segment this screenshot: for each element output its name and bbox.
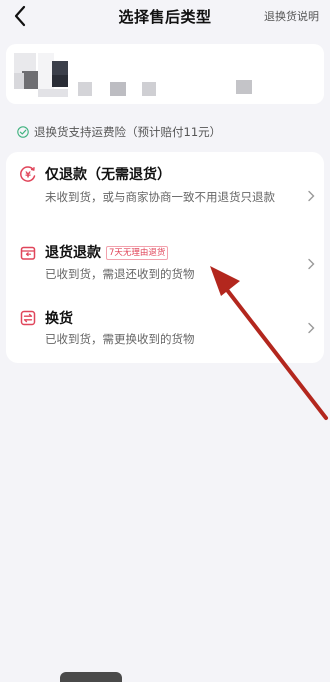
- option-description: 已收到货，需退还收到的货物: [45, 267, 195, 281]
- option-refund-only[interactable]: ¥ 仅退款（无需退货） 未收到货，或与商家协商一致不用退货只退款: [6, 152, 324, 228]
- option-title-text: 退货退款: [45, 245, 101, 261]
- shipping-insurance-note: 退换货支持运费险（预计赔付11元）: [17, 124, 221, 140]
- option-title: 退货退款 7天无理由退货: [45, 242, 169, 262]
- shipping-insurance-text: 退换货支持运费险（预计赔付11元）: [34, 125, 222, 139]
- product-thumbnail: [14, 51, 68, 97]
- chevron-right-icon: [308, 258, 315, 270]
- aftersale-options-card: ¥ 仅退款（无需退货） 未收到货，或与商家协商一致不用退货只退款 退货退款 7天无…: [6, 152, 324, 363]
- refund-coin-icon: ¥: [20, 166, 36, 182]
- top-bar: 选择售后类型 退换货说明: [0, 0, 330, 34]
- exchange-icon: [20, 310, 36, 326]
- option-exchange[interactable]: 换货 已收到货，需更换收到的货物: [6, 296, 324, 363]
- return-policy-link[interactable]: 退换货说明: [264, 8, 319, 24]
- option-description: 已收到货，需更换收到的货物: [45, 332, 195, 346]
- chevron-right-icon: [308, 190, 315, 202]
- home-indicator: [60, 672, 122, 682]
- option-description: 未收到货，或与商家协商一致不用退货只退款: [45, 190, 275, 204]
- option-return-refund[interactable]: 退货退款 7天无理由退货 已收到货，需退还收到的货物: [6, 228, 324, 296]
- check-circle-icon: [17, 126, 29, 138]
- chevron-right-icon: [308, 322, 315, 334]
- seven-day-return-badge: 7天无理由退货: [106, 246, 169, 260]
- option-title: 换货: [45, 311, 73, 327]
- svg-text:¥: ¥: [25, 170, 31, 179]
- option-title: 仅退款（无需退货）: [45, 167, 171, 183]
- return-box-icon: [20, 246, 36, 260]
- aftersale-type-page: 选择售后类型 退换货说明 退换货支持运费险（预计赔付11元） ¥ 仅退款（无需退…: [0, 0, 330, 682]
- product-card[interactable]: [6, 44, 324, 104]
